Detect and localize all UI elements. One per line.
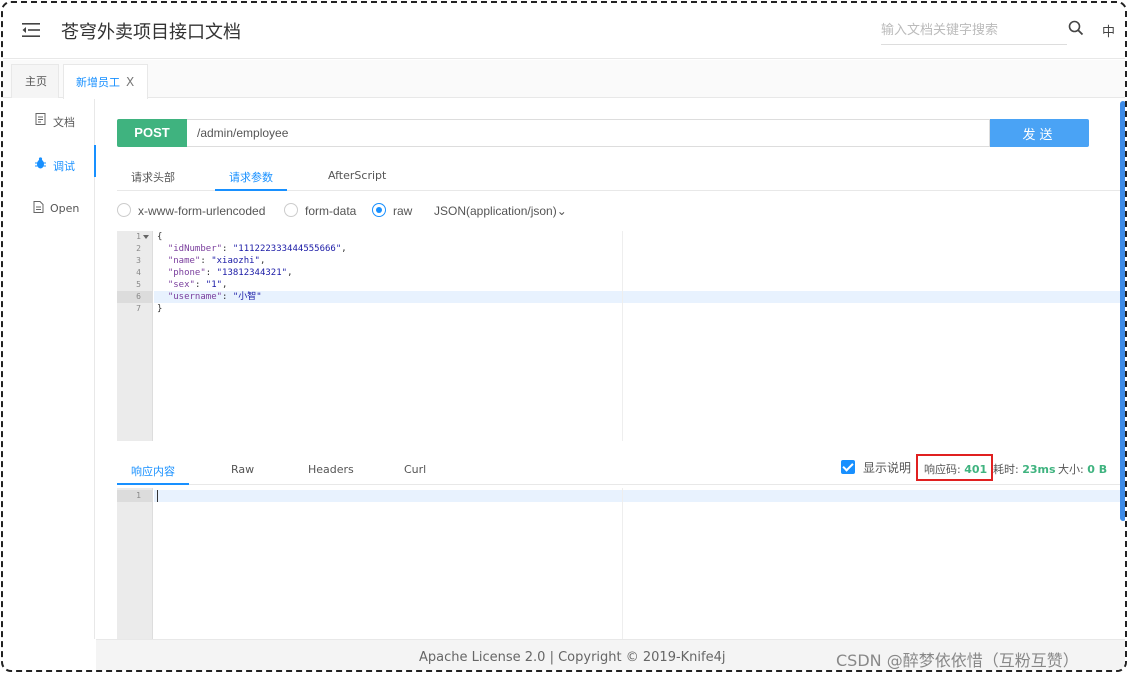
active-line-highlight (154, 291, 1125, 303)
radio-form-data[interactable] (284, 203, 298, 217)
tab-request-params[interactable]: 请求参数 (215, 169, 287, 191)
json-key: "username" (167, 292, 223, 302)
code-line: } (157, 303, 162, 315)
response-size-value: 0 B (1087, 463, 1108, 476)
status-highlight-box (916, 454, 993, 481)
print-margin (622, 488, 623, 639)
code-line: "idNumber": "111222333444555666", (167, 244, 347, 254)
top-header: 苍穹外卖项目接口文档 中 (3, 3, 1125, 59)
code-token: { (157, 232, 163, 242)
radio-urlencoded-label: x-www-form-urlencoded (138, 204, 266, 218)
line-number: 7 (136, 304, 141, 313)
body-mode-options: x-www-form-urlencoded form-data raw JSON… (117, 201, 817, 221)
line-number: 6 (117, 291, 153, 303)
print-margin (622, 231, 623, 441)
json-value: "13812344321" (216, 268, 288, 278)
json-value: "xiaozhi" (211, 256, 260, 266)
tab-close-icon[interactable]: X (126, 75, 134, 89)
http-method-badge: POST (117, 119, 187, 147)
line-number: 5 (136, 280, 141, 289)
active-line-highlight (154, 490, 1125, 502)
request-tabs: 请求头部 请求参数 AfterScript (117, 161, 1125, 191)
doc-search-input[interactable] (881, 17, 1067, 45)
sidebar-item-label: 文档 (53, 116, 75, 129)
line-number: 1 (117, 490, 153, 502)
debug-panel: POST 发送 请求头部 请求参数 AfterScript x-www-form… (96, 99, 1125, 639)
language-switch[interactable]: 中 (1102, 21, 1115, 40)
response-size-stat: 大小: 0 B (1058, 461, 1107, 477)
line-number: 4 (136, 268, 141, 277)
code-line: "phone": "13812344321", (167, 268, 293, 278)
content-type-select[interactable]: JSON(application/json)⌄ (434, 204, 567, 218)
tab-response-raw[interactable]: Raw (231, 463, 254, 485)
code-line: { (157, 231, 162, 243)
search-icon[interactable] (1068, 20, 1084, 36)
elapsed-time-stat: 耗时: 23ms (993, 461, 1056, 477)
document-icon (35, 113, 46, 125)
code-line: "sex": "1", (167, 280, 228, 290)
sidebar-item-label: 调试 (53, 160, 75, 173)
request-body-editor[interactable]: 1 2 3 4 5 6 7 { "idNumber": "11122233344… (117, 231, 1125, 441)
json-value: "111222333444555666" (232, 244, 342, 254)
license-text: Apache License 2.0 | Copyright © 2019-Kn… (419, 650, 726, 665)
footer: Apache License 2.0 | Copyright © 2019-Kn… (96, 639, 1125, 670)
radio-raw[interactable] (372, 203, 386, 217)
elapsed-time-label: 耗时: (993, 463, 1019, 476)
sidebar-item-debug[interactable]: 调试 (3, 145, 96, 179)
tab-request-headers[interactable]: 请求头部 (131, 169, 175, 191)
json-value: "小智" (232, 292, 262, 302)
page-tab-bar: 主页 新增员工 X (3, 60, 1125, 99)
radio-urlencoded[interactable] (117, 203, 131, 217)
tab-home-label: 主页 (25, 75, 47, 88)
tab-afterscript[interactable]: AfterScript (328, 169, 386, 191)
line-number: 2 (136, 244, 141, 253)
elapsed-time-value: 23ms (1022, 463, 1056, 476)
content-type-label: JSON(application/json) (434, 204, 557, 218)
sidebar-item-docs[interactable]: 文档 (3, 105, 95, 135)
json-value: "1" (205, 280, 223, 290)
tab-response-content[interactable]: 响应内容 (117, 463, 189, 485)
app-title: 苍穹外卖项目接口文档 (61, 22, 241, 43)
tab-response-curl[interactable]: Curl (404, 463, 426, 485)
code-token: } (157, 304, 163, 314)
editor-gutter: 1 (117, 488, 153, 639)
response-size-label: 大小: (1058, 463, 1084, 476)
sidebar-item-label: Open (50, 202, 80, 215)
show-description-checkbox[interactable] (841, 460, 855, 474)
request-url-input[interactable] (187, 119, 990, 147)
sidebar-item-open[interactable]: Open (3, 193, 95, 223)
sidebar: 文档 调试 Open (3, 99, 96, 639)
radio-form-data-label: form-data (305, 204, 357, 218)
tab-add-employee[interactable]: 新增员工 X (63, 64, 148, 99)
line-number: 3 (136, 256, 141, 265)
bug-icon (35, 157, 46, 169)
radio-raw-label: raw (393, 204, 413, 218)
chevron-down-icon: ⌄ (556, 204, 567, 218)
json-key: "name" (167, 256, 201, 266)
editor-gutter: 1 2 3 4 5 6 7 (117, 231, 153, 441)
json-key: "phone" (167, 268, 206, 278)
app-window: 苍穹外卖项目接口文档 中 主页 新增员工 X 文档 调试 (1, 1, 1127, 672)
csdn-watermark: CSDN @醉梦依依惜（互粉互赞） (836, 651, 1079, 670)
code-line: "name": "xiaozhi", (167, 256, 266, 266)
tab-add-employee-label: 新增员工 (76, 76, 120, 89)
vertical-scrollbar[interactable] (1120, 101, 1125, 521)
json-key: "idNumber" (167, 244, 223, 254)
json-key: "sex" (167, 280, 195, 290)
send-button[interactable]: 发送 (990, 119, 1089, 147)
show-description-label: 显示说明 (863, 461, 912, 475)
tab-response-headers[interactable]: Headers (308, 463, 354, 485)
menu-fold-icon[interactable] (22, 22, 40, 38)
file-icon (33, 201, 44, 213)
text-cursor (157, 490, 158, 502)
code-line: "username": "小智" (167, 292, 262, 302)
response-body-editor[interactable]: 1 (117, 488, 1125, 639)
tab-home[interactable]: 主页 (11, 64, 59, 98)
fold-arrow-icon[interactable] (143, 234, 149, 240)
